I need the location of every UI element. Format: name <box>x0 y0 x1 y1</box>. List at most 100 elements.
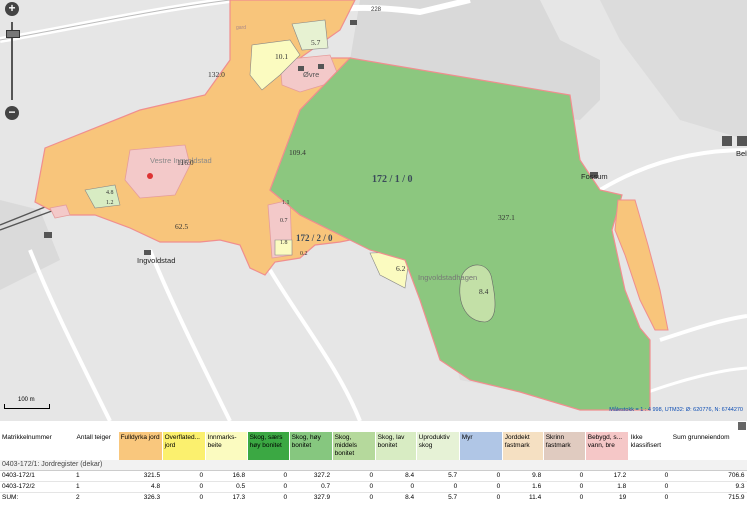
table-row[interactable]: 0403-172/2 1 4.8 0 0.5 0 0.7 0 0 0 0 1.6 0 1.8 0 9.3 <box>0 481 747 493</box>
zoom-out-button[interactable]: − <box>5 106 19 120</box>
area-label: 0.7 <box>280 218 288 224</box>
table-cell: 9.8 <box>502 470 544 482</box>
road-number: 228 <box>371 7 382 13</box>
place-name-ingvoldstad: Ingvoldstad <box>137 256 176 265</box>
area-label: 1.8 <box>280 240 288 246</box>
table-cell: 327.9 <box>313 494 331 501</box>
column-header[interactable]: Ikke klassifisert <box>628 432 671 460</box>
place-name-ovre: Øvre <box>303 70 320 79</box>
table-cell: 0 <box>332 481 376 493</box>
zoom-in-button[interactable]: + <box>5 2 19 16</box>
column-header[interactable]: Myr <box>459 432 503 460</box>
area-label: 1.2 <box>106 200 114 206</box>
column-header[interactable]: Skog, høy bonitet <box>289 432 333 460</box>
column-header[interactable]: Overflated... jord <box>162 432 206 460</box>
table-cell: 5.7 <box>416 470 460 482</box>
table-cell: 17.3 <box>232 494 246 501</box>
place-name-stakk: stakk <box>12 394 14 395</box>
table-cell: 19 <box>619 494 627 501</box>
group-label: 0403-172/1: Jordregister (dekar) <box>0 460 747 471</box>
area-label: 4.8 <box>106 190 114 196</box>
table-cell: 8.4 <box>375 470 417 482</box>
table-cell: 0 <box>664 494 669 501</box>
table-cell: 0 <box>416 481 460 493</box>
column-header[interactable]: Skog, lav bonitet <box>375 432 417 460</box>
map-canvas <box>0 0 747 421</box>
place-name-ingvoldstadhagen: Ingvoldstadhagen <box>418 273 478 282</box>
place-name-fossum: Fossum <box>581 172 608 181</box>
zoom-slider-handle[interactable] <box>6 30 20 38</box>
column-header[interactable]: Skog, særs høy bonitet <box>247 432 290 460</box>
table-cell: 9.3 <box>670 481 747 493</box>
column-header[interactable]: Skog, middels bonitet <box>332 432 376 460</box>
column-header[interactable]: Jorddekt fastmark <box>502 432 544 460</box>
column-header[interactable]: Matrikkelnummer <box>0 432 75 460</box>
area-label: 62.5 <box>175 222 189 231</box>
table-cell: 0.5 <box>205 481 248 493</box>
scale-bar: 100 m <box>4 397 50 409</box>
panel-toggle-button[interactable] <box>738 422 746 430</box>
table-cell: 17.2 <box>585 470 629 482</box>
table-cell: 0 <box>543 481 586 493</box>
table-cell: 1.6 <box>502 481 544 493</box>
area-label: 132.0 <box>208 70 225 79</box>
table-cell: 326.3 <box>143 494 161 501</box>
area-label: 109.4 <box>289 148 306 157</box>
column-header[interactable]: Bebygd, s... vann, bre <box>585 432 629 460</box>
table-cell: 0 <box>579 494 584 501</box>
area-label: 5.7 <box>311 38 321 47</box>
table-cell: 1.8 <box>585 481 629 493</box>
table-cell: 0 <box>332 470 376 482</box>
table-cell: SUM: <box>2 494 19 501</box>
scale-label: 100 m <box>18 397 35 403</box>
table-cell: 0403-172/1 <box>0 470 75 482</box>
table-cell: 0403-172/2 <box>0 481 75 493</box>
area-label: 327.1 <box>498 213 515 222</box>
table-cell: 327.2 <box>289 470 333 482</box>
table-cell: 321.5 <box>118 470 163 482</box>
area-label: 0.2 <box>300 251 308 257</box>
column-header[interactable]: Fulldyrka jord <box>118 432 163 460</box>
table-cell: 5.7 <box>448 494 458 501</box>
table-cell: 0 <box>199 494 204 501</box>
jordregister-table: Matrikkelnummer Antall teiger Fulldyrka jo… <box>0 432 747 503</box>
table-cell: 1 <box>74 481 119 493</box>
table-header-row: Matrikkelnummer Antall teiger Fulldyrka jo… <box>0 432 747 460</box>
column-header[interactable]: Innmarks- beite <box>205 432 248 460</box>
area-label: 10.1 <box>275 52 289 61</box>
column-header[interactable]: Antall teiger <box>74 432 119 460</box>
table-cell: 0 <box>247 470 290 482</box>
table-cell: 0 <box>459 481 503 493</box>
table-cell: 0 <box>162 470 206 482</box>
table-cell: 0 <box>162 481 206 493</box>
table-cell: 0 <box>369 494 374 501</box>
map-status-coordinates: Målestokk = 1 : 4 998, UTM32: Ø: 620776,… <box>609 407 743 413</box>
table-cell: 11.4 <box>529 494 542 501</box>
table-cell: 16.8 <box>205 470 248 482</box>
table-cell: 0 <box>375 481 417 493</box>
table-cell: 715.9 <box>728 494 745 501</box>
table-cell: 0 <box>247 481 290 493</box>
parcel-label: 172 / 2 / 0 <box>296 233 333 243</box>
table-cell: 8.4 <box>405 494 415 501</box>
place-name-bell: Bell <box>736 149 747 158</box>
map-view[interactable]: + − 228 gard Vestre Ingvoldstad Øvre Ing… <box>0 0 747 421</box>
table-cell: 0 <box>459 470 503 482</box>
column-header[interactable]: Sum grunneiendom <box>670 432 747 460</box>
table-cell: 0 <box>628 481 671 493</box>
parcel-label: 172 / 1 / 0 <box>372 174 413 185</box>
jordregister-table-panel: Matrikkelnummer Antall teiger Fulldyrka jo… <box>0 432 747 519</box>
table-row[interactable]: 0403-172/1 1 321.5 0 16.8 0 327.2 0 8.4 5.7 0 9.8 0 1… <box>0 470 747 482</box>
table-cell: 0 <box>496 494 501 501</box>
area-label: 1.1 <box>282 200 290 206</box>
column-header[interactable]: Uproduktiv skog <box>416 432 460 460</box>
sum-row[interactable]: SUM: 2 326.3 0 17.3 0 327.9 0 8.4 5.7 0 11.4 0 19 0 715… <box>0 493 747 504</box>
table-cell: 4.8 <box>118 481 163 493</box>
zoom-control: + − <box>2 2 22 122</box>
table-cell: 0.7 <box>289 481 333 493</box>
table-cell: 1 <box>74 470 119 482</box>
table-group-row[interactable]: 0403-172/1: Jordregister (dekar) <box>0 460 747 471</box>
table-cell: 0 <box>283 494 288 501</box>
column-header[interactable]: Skrinn fastmark <box>543 432 586 460</box>
table-cell: 0 <box>628 470 671 482</box>
